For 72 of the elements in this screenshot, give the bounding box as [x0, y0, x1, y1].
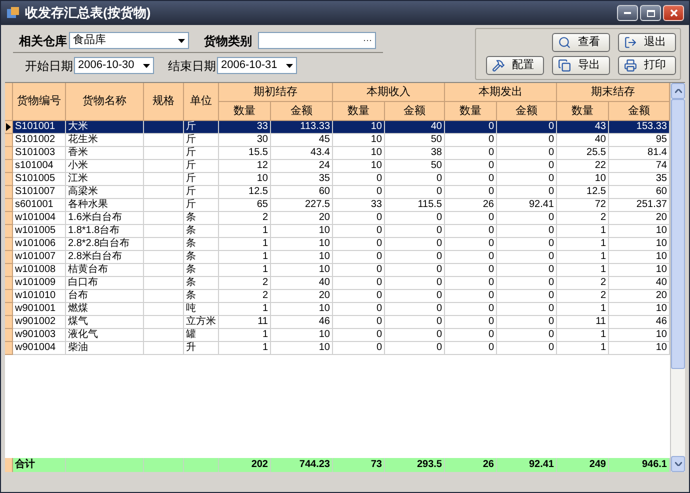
- row-pointer-icon: [6, 123, 11, 131]
- table-row[interactable]: w101004 1.6米白台布 条 2 20 0 0 0 0 2 20: [5, 212, 670, 225]
- end-date-select[interactable]: 2006-10-31: [217, 57, 297, 74]
- table-row[interactable]: S101005 江米 斤 10 35 0 0 0 0 10 35: [5, 173, 670, 186]
- total-cell: 293.5: [385, 458, 445, 472]
- scroll-up-button[interactable]: [671, 83, 685, 99]
- warehouse-label: 相关仓库: [19, 32, 68, 50]
- table-cell: 升: [184, 342, 219, 355]
- category-label: 货物类别: [204, 32, 253, 50]
- table-cell: 0: [385, 342, 445, 355]
- total-label: 合计: [13, 458, 66, 472]
- table-cell: 1: [219, 342, 271, 355]
- toolbar-button[interactable]: 配置: [486, 56, 544, 75]
- scroll-down-button[interactable]: [671, 456, 685, 472]
- table-row[interactable]: s601001 各种水果 斤 65 227.5 33 115.5 26 92.41 72 251.37: [5, 199, 670, 212]
- row-selector: [5, 458, 13, 472]
- table-cell: [144, 342, 184, 355]
- close-icon: [670, 9, 678, 17]
- table-cell: 柴油: [66, 342, 144, 355]
- column-group-header: 本期收入: [333, 83, 445, 102]
- table-row[interactable]: w101007 2.8米白台布 条 1 10 0 0 0 0 1 10: [5, 251, 670, 264]
- window-title: 收发存汇总表(按货物): [25, 4, 151, 22]
- maximize-button[interactable]: [640, 5, 661, 21]
- dropdown-caret-icon: [286, 64, 293, 68]
- table-row[interactable]: w901001 燃煤 吨 1 10 0 0 0 0 1 10: [5, 303, 670, 316]
- table-cell: 0: [445, 342, 497, 355]
- total-cell: 73: [333, 458, 385, 472]
- toolbar-button[interactable]: 查看: [552, 33, 610, 52]
- total-cell: 744.23: [271, 458, 333, 472]
- dropdown-caret-icon: [178, 38, 185, 42]
- toolbar-button[interactable]: 打印: [618, 56, 676, 75]
- magnifier-icon: [558, 36, 571, 49]
- door-arrow-icon: [624, 36, 637, 49]
- minimize-button[interactable]: [617, 5, 638, 21]
- toolbar-button[interactable]: 导出: [552, 56, 610, 75]
- table-row[interactable]: w101009 白口布 条 2 40 0 0 0 0 2 40: [5, 277, 670, 290]
- documents-icon: [558, 59, 571, 72]
- browse-button[interactable]: ···: [363, 34, 372, 48]
- table-row[interactable]: w101006 2.8*2.8白台布 条 1 10 0 0 0 0 1 10: [5, 238, 670, 251]
- column-group-header: 本期发出: [445, 83, 557, 102]
- table-row[interactable]: S101001 大米 斤 33 113.33 10 40 0 0 43 153.33: [5, 121, 670, 134]
- total-cell: 92.41: [497, 458, 557, 472]
- table-cell: 0: [497, 342, 557, 355]
- vertical-scrollbar[interactable]: [670, 83, 685, 472]
- table-cell: 1: [557, 342, 609, 355]
- table-cell: w901004: [13, 342, 66, 355]
- table-cell: 0: [333, 342, 385, 355]
- app-icon: [6, 6, 20, 20]
- column-group-header: 期初结存: [219, 83, 333, 102]
- category-field[interactable]: ···: [258, 32, 376, 49]
- table-row[interactable]: w101008 桔黄台布 条 1 10 0 0 0 0 1 10: [5, 264, 670, 277]
- table-row[interactable]: w101005 1.8*1.8台布 条 1 10 0 0 0 0 1 10: [5, 225, 670, 238]
- start-date-label: 开始日期: [25, 58, 74, 74]
- scroll-thumb[interactable]: [671, 99, 685, 369]
- end-date-label: 结束日期: [168, 58, 217, 74]
- toolbar-button[interactable]: 退出: [618, 33, 676, 52]
- start-date-select[interactable]: 2006-10-30: [74, 57, 154, 74]
- table-row[interactable]: w901004 柴油 升 1 10 0 0 0 0 1 10: [5, 342, 670, 355]
- table-row[interactable]: w101010 台布 条 2 20 0 0 0 0 2 20: [5, 290, 670, 303]
- table-row[interactable]: S101002 花生米 斤 30 45 10 50 0 0 40 95: [5, 134, 670, 147]
- printer-icon: [624, 59, 637, 72]
- row-selector[interactable]: [5, 121, 13, 134]
- close-button[interactable]: [663, 5, 684, 21]
- table-cell: 10: [271, 342, 333, 355]
- table-row[interactable]: S101003 香米 斤 15.5 43.4 10 38 0 0 25.5 81.4: [5, 147, 670, 160]
- total-cell: 249: [557, 458, 609, 472]
- dropdown-caret-icon: [143, 64, 150, 68]
- hammer-icon: [492, 59, 505, 72]
- total-cell: 202: [219, 458, 271, 472]
- table-row[interactable]: s101004 小米 斤 12 24 10 50 0 0 22 74: [5, 160, 670, 173]
- warehouse-select[interactable]: 食品库: [69, 32, 189, 49]
- total-cell: 26: [445, 458, 497, 472]
